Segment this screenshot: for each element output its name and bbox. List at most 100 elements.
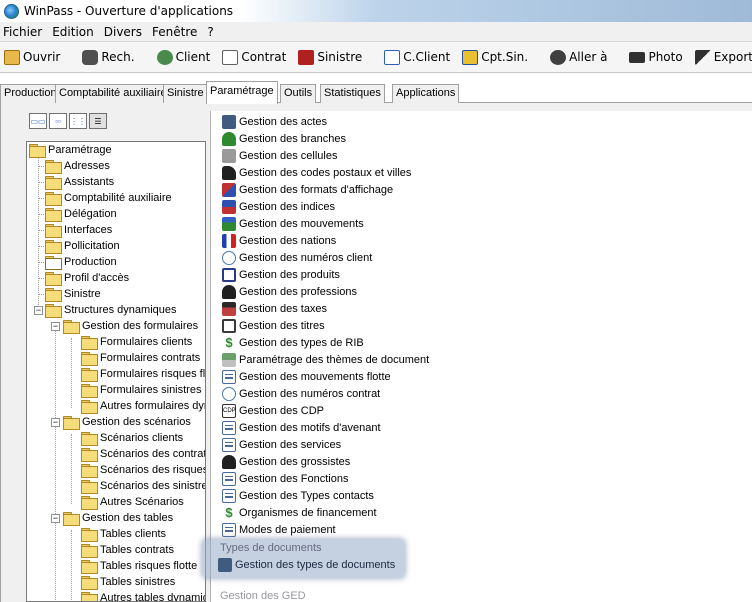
format-icon — [222, 182, 236, 197]
tree-item[interactable]: Scénarios des contrats — [81, 446, 205, 462]
list-item[interactable]: Gestion des codes postaux et villes — [222, 164, 411, 181]
tab-production[interactable]: Production — [0, 84, 61, 103]
tree-item[interactable]: Délégation — [45, 206, 117, 222]
tree-item[interactable]: Sinistre — [45, 286, 101, 302]
folder-icon — [63, 416, 80, 430]
menu-fenetre[interactable]: Fenêtre — [152, 25, 197, 39]
menu-edition[interactable]: Edition — [52, 25, 94, 39]
tab-parametrage[interactable]: Paramétrage — [206, 81, 278, 104]
tree-item[interactable]: Gestion des tables — [63, 510, 173, 526]
list-item[interactable]: Gestion des mouvements — [222, 215, 364, 232]
collapse-icon[interactable]: − — [51, 322, 60, 331]
doc-icon — [222, 488, 236, 503]
list-item[interactable]: Gestion des produits — [222, 266, 340, 283]
tree-item-selected[interactable]: Production — [45, 254, 117, 270]
list-item[interactable]: $ Gestion des types de RIB — [222, 334, 363, 351]
tree-line — [71, 530, 72, 601]
tree-item[interactable]: Tables clients — [81, 526, 166, 542]
tab-comptabilite-auxiliaire[interactable]: Comptabilité auxiliaire — [55, 84, 171, 103]
list-item[interactable]: Gestion des Types contacts — [222, 487, 374, 504]
list-item-highlighted[interactable]: Gestion des types de documents — [218, 556, 395, 573]
collapse-icon[interactable]: − — [51, 514, 60, 523]
tree-item[interactable]: Formulaires contrats — [81, 350, 200, 366]
tree-item[interactable]: Gestion des scénarios — [63, 414, 191, 430]
folder-icon — [81, 352, 98, 366]
folder-icon — [81, 592, 98, 601]
tree-item[interactable]: Assistants — [45, 174, 114, 190]
list-item[interactable]: Gestion des numéros client — [222, 249, 372, 266]
tree-item[interactable]: Autres Scénarios — [81, 494, 184, 510]
photo-button[interactable]: Photo — [629, 50, 683, 64]
list-item[interactable]: Gestion des services — [222, 436, 341, 453]
movements-icon — [222, 216, 236, 231]
list-item[interactable]: Modes de paiement — [222, 521, 336, 538]
tree-icon — [222, 131, 236, 146]
tree-item[interactable]: Formulaires risques flot — [81, 366, 205, 382]
tab-statistiques[interactable]: Statistiques — [320, 84, 385, 103]
tree-item[interactable]: Tables sinistres — [81, 574, 175, 590]
contract-button[interactable]: Contrat — [222, 49, 286, 65]
tree-item[interactable]: Autres tables dynamiqu — [81, 590, 205, 601]
tree-item[interactable]: Tables risques flotte — [81, 558, 197, 574]
tab-outils[interactable]: Outils — [280, 84, 317, 103]
search-button[interactable]: Rech. — [82, 49, 135, 65]
details-view-icon[interactable]: ☰ — [89, 113, 107, 129]
collapse-icon[interactable]: − — [51, 418, 60, 427]
list-item[interactable]: Gestion des taxes — [222, 300, 327, 317]
list-item[interactable]: Gestion des titres — [222, 317, 325, 334]
list-item[interactable]: Gestion des Fonctions — [222, 470, 348, 487]
client-button[interactable]: Client — [156, 49, 210, 65]
tree-item[interactable]: Tables contrats — [81, 542, 174, 558]
large-icons-view-icon[interactable]: ▭▭ — [29, 113, 47, 129]
list-item[interactable]: Gestion des nations — [222, 232, 336, 249]
menu-fichier[interactable]: Fichier — [3, 25, 42, 39]
open-button[interactable]: Ouvrir — [4, 49, 60, 65]
list-item-partial[interactable]: Gestion des GED — [220, 590, 306, 602]
small-icons-view-icon[interactable]: ▫▫ — [49, 113, 67, 129]
goto-button[interactable]: Aller à — [550, 49, 607, 65]
tree-item[interactable]: Scénarios des risques — [81, 462, 205, 478]
tree-item[interactable]: Formulaires sinistres — [81, 382, 201, 398]
menu-divers[interactable]: Divers — [104, 25, 142, 39]
tree-item[interactable]: Gestion des formulaires — [63, 318, 198, 334]
tab-applications[interactable]: Applications — [392, 84, 460, 103]
list-item[interactable]: $ Organismes de financement — [222, 504, 376, 521]
list-item[interactable]: Gestion des cellules — [222, 147, 337, 164]
tree-item[interactable]: Scénarios des sinistres — [81, 478, 205, 494]
list-item[interactable]: Gestion des branches — [222, 130, 346, 147]
list-item-partial[interactable]: Types de documents — [220, 542, 322, 554]
tree-item[interactable]: Adresses — [45, 158, 110, 174]
contract-numbers-icon — [222, 386, 236, 401]
tree-item[interactable]: Interfaces — [45, 222, 112, 238]
tree-item[interactable]: Formulaires clients — [81, 334, 192, 350]
tree-item[interactable]: Pollicitation — [45, 238, 120, 254]
folder-icon — [45, 288, 62, 302]
tab-strip: Production Comptabilité auxiliaire Sinis… — [0, 81, 752, 104]
list-item[interactable]: Gestion des grossistes — [222, 453, 350, 470]
actes-icon — [218, 557, 232, 572]
list-item[interactable]: Gestion des actes — [222, 113, 327, 130]
list-item[interactable]: Gestion des mouvements flotte — [222, 368, 391, 385]
tree-item[interactable]: Paramétrage — [29, 142, 112, 158]
tree-item[interactable]: Scénarios clients — [81, 430, 183, 446]
list-item[interactable]: Paramétrage des thèmes de document — [222, 351, 429, 368]
claim-button[interactable]: Sinistre — [298, 49, 362, 65]
list-item[interactable]: Gestion des motifs d'avenant — [222, 419, 381, 436]
list-item[interactable]: Gestion des professions — [222, 283, 357, 300]
tree-item[interactable]: Comptabilité auxiliaire — [45, 190, 172, 206]
list-item[interactable]: Gestion des numéros contrat — [222, 385, 380, 402]
tree-item[interactable]: Profil d'accès — [45, 270, 129, 286]
list-item[interactable]: CDP Gestion des CDP — [222, 402, 324, 419]
cptsin-button[interactable]: Cpt.Sin. — [462, 49, 528, 65]
list-view-icon[interactable]: ⋮⋮ — [69, 113, 87, 129]
collapse-icon[interactable]: − — [34, 306, 43, 315]
tree-panel[interactable]: Paramétrage Adresses Assistants Comptabi… — [26, 141, 206, 602]
list-item[interactable]: Gestion des indices — [222, 198, 335, 215]
tree-item[interactable]: Autres formulaires dyna — [81, 398, 205, 414]
tree-item[interactable]: Structures dynamiques — [45, 302, 177, 318]
list-item[interactable]: Gestion des formats d'affichage — [222, 181, 393, 198]
export-button[interactable]: Exporte — [694, 49, 752, 65]
cclient-button[interactable]: C.Client — [384, 49, 450, 65]
tab-sinistre[interactable]: Sinistre — [163, 84, 208, 103]
menu-help[interactable]: ? — [207, 25, 213, 39]
